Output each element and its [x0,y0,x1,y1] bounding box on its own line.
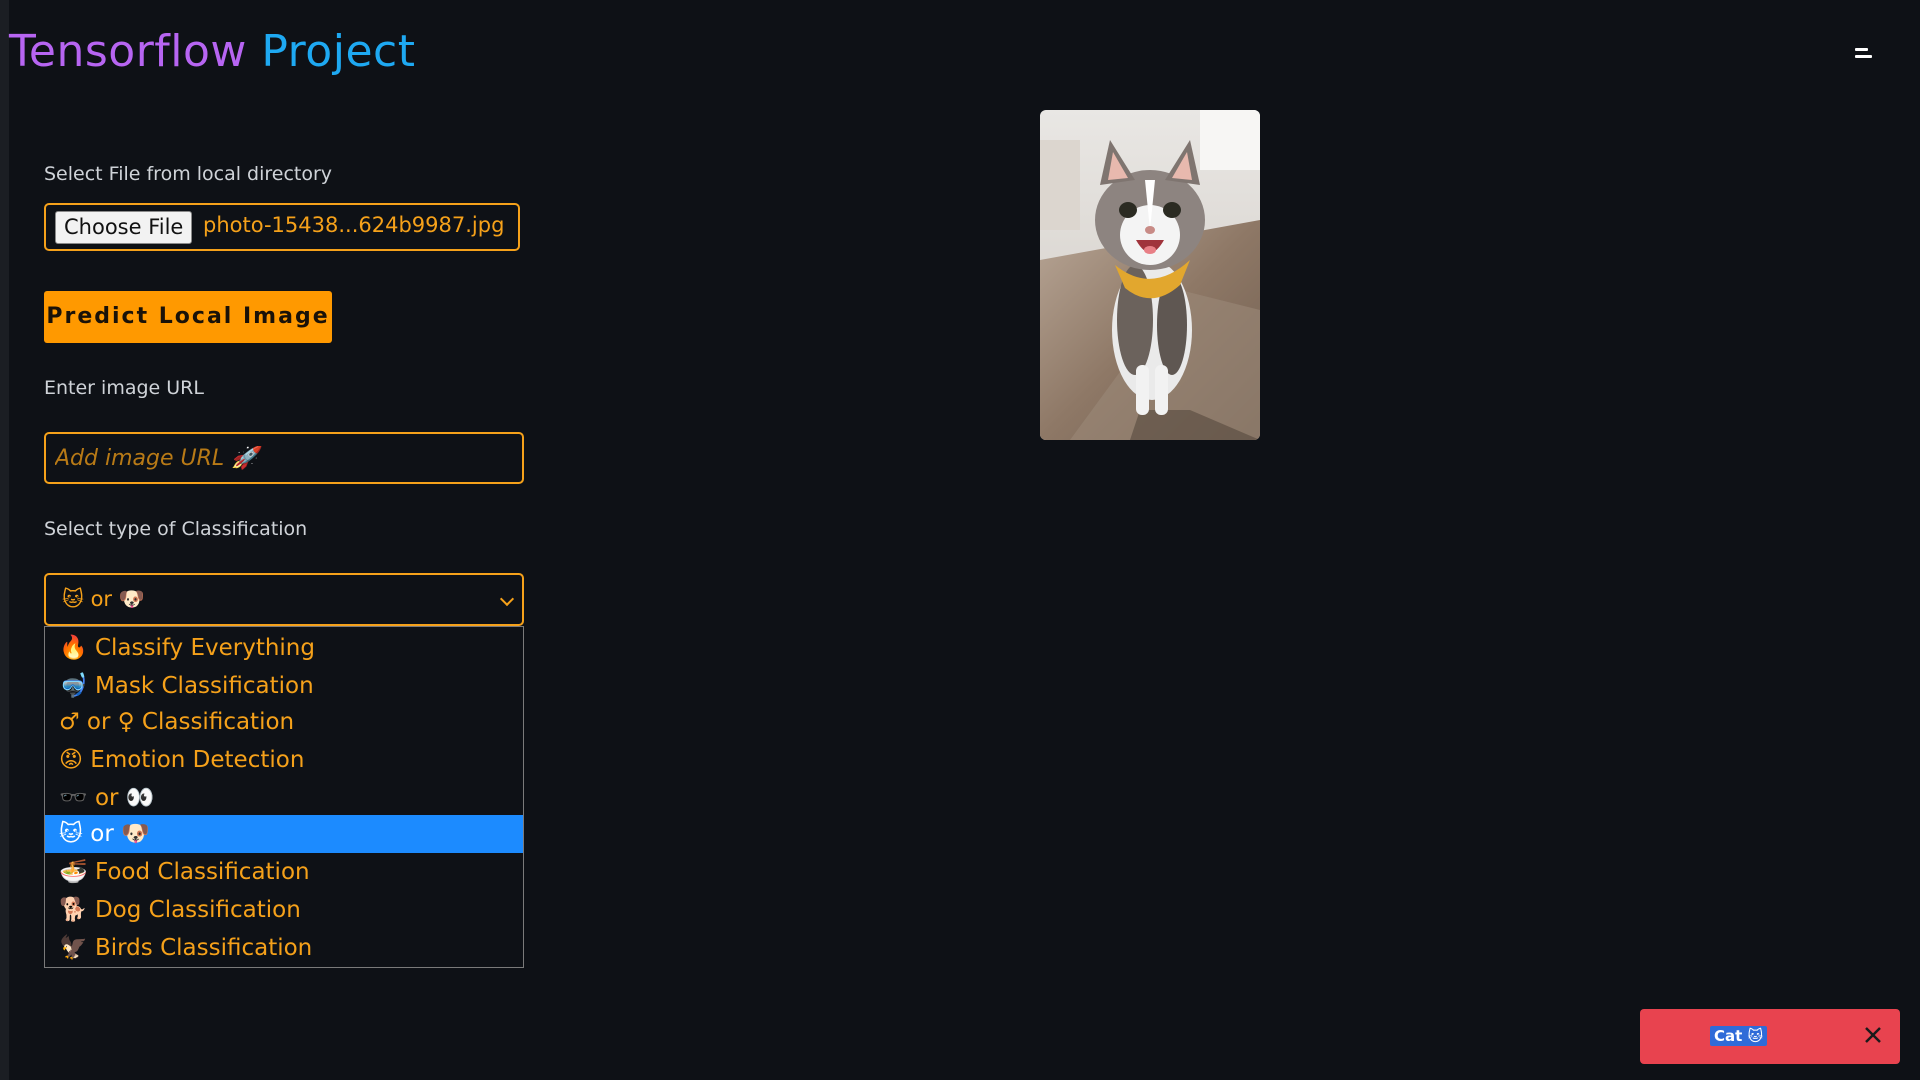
prediction-toast: Cat 🐱 [1640,1009,1900,1064]
scrollbar-track[interactable] [0,0,9,1080]
classification-select[interactable]: 🐱 or 🐶 [44,573,524,626]
option-glasses-or-eyes[interactable]: 🕶️ or 👀 [45,779,523,817]
option-mask-classification[interactable]: 🤿 Mask Classification [45,667,523,705]
option-cat-or-dog[interactable]: 🐱 or 🐶 [45,815,523,853]
hamburger-menu-icon[interactable] [1848,43,1872,63]
prediction-result-text: Cat 🐱 [1710,1026,1768,1046]
preview-image [1040,110,1260,440]
option-classify-everything[interactable]: 🔥 Classify Everything [45,629,523,667]
option-dog-classification[interactable]: 🐕 Dog Classification [45,891,523,929]
title-part-2: Project [261,26,416,77]
option-gender-classification[interactable]: ♂ or ♀ Classification [45,703,523,741]
page: Tensorflow Project Select File from loca… [0,0,1920,1080]
page-title: Tensorflow Project [9,26,415,77]
choose-file-button[interactable]: Choose File [55,211,193,244]
classification-dropdown: 🔥 Classify Everything 🤿 Mask Classificat… [44,626,524,968]
close-icon[interactable] [1862,1024,1884,1046]
image-url-input[interactable] [44,432,524,484]
classification-selected-value: 🐱 or 🐶 [62,587,145,611]
image-url-label: Enter image URL [44,377,204,399]
option-emotion-detection[interactable]: 😡 Emotion Detection [45,741,523,779]
file-select-label: Select File from local directory [44,163,333,185]
option-birds-classification[interactable]: 🦅 Birds Classification [45,929,523,967]
chevron-down-icon [499,591,515,607]
file-input[interactable]: Choose File photo-15438...624b9987.jpg [44,203,520,251]
title-part-1: Tensorflow [9,26,247,77]
option-food-classification[interactable]: 🍜 Food Classification [45,853,523,891]
classification-label: Select type of Classification [44,518,308,540]
selected-file-name: photo-15438...624b9987.jpg [203,213,505,237]
predict-local-image-button[interactable]: Predict Local Image [44,291,332,343]
